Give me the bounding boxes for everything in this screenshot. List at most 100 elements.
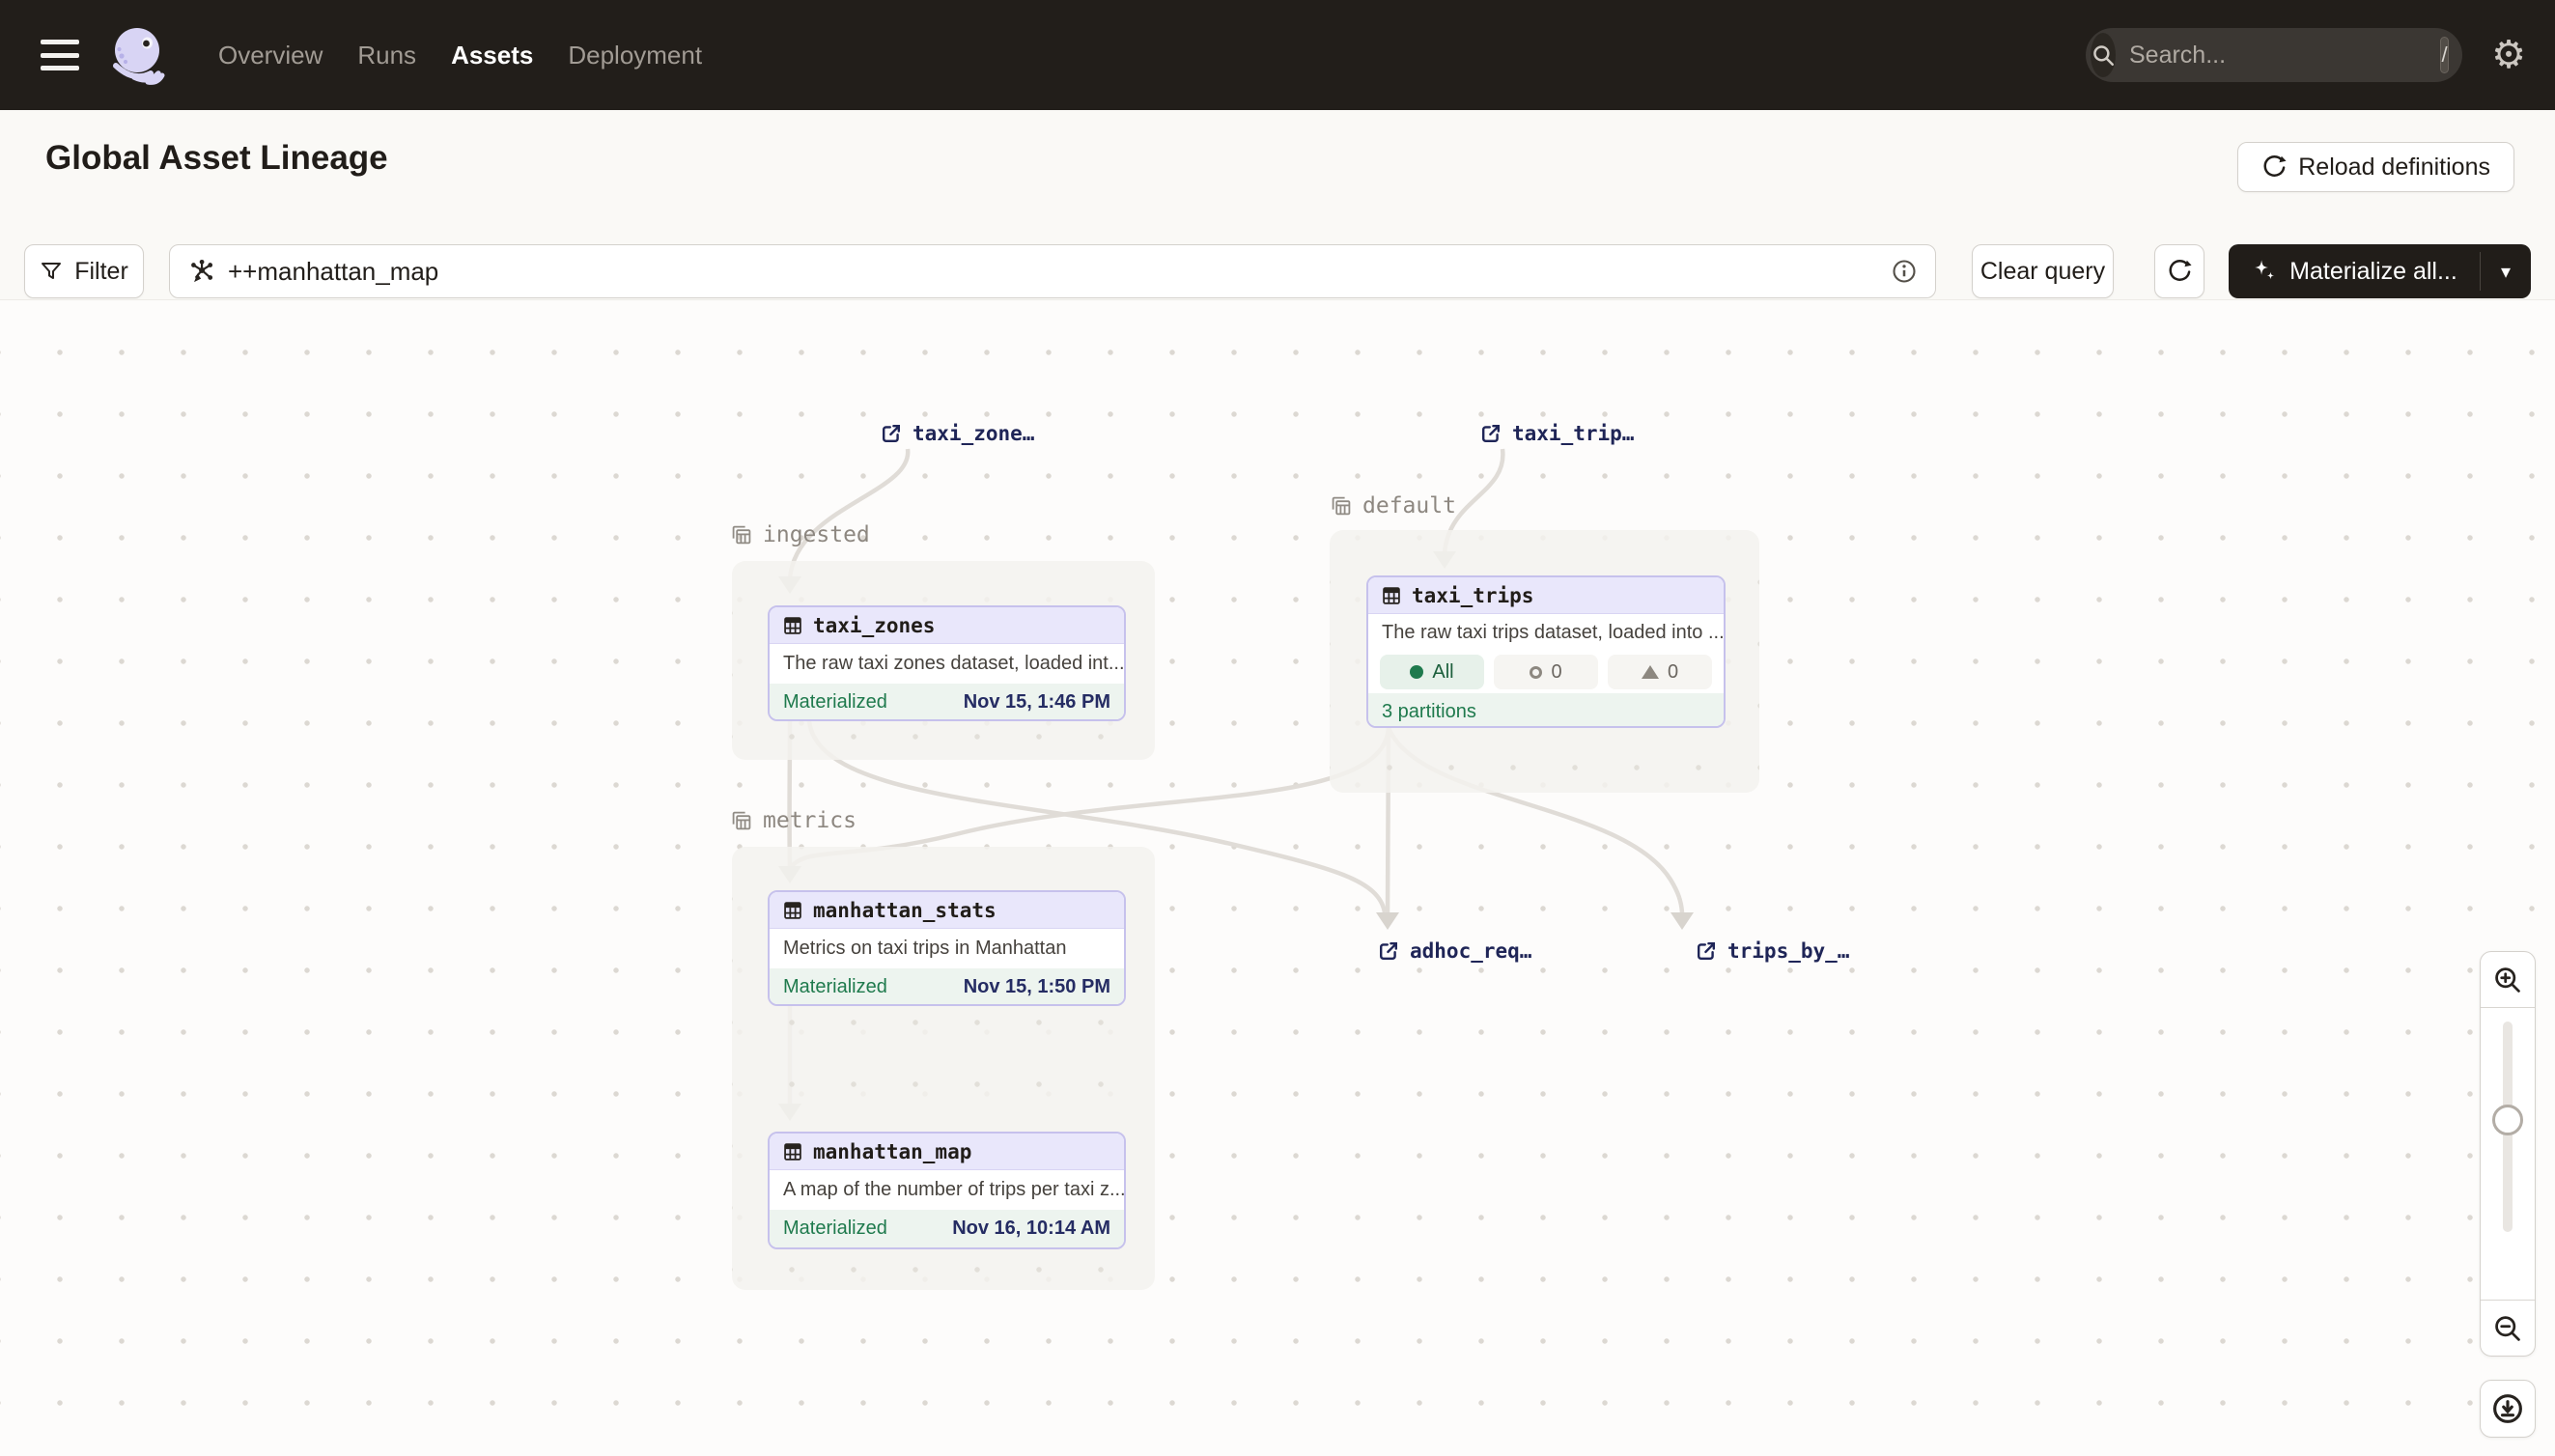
nav-item-assets[interactable]: Assets <box>451 41 533 70</box>
zoom-out-button[interactable] <box>2481 1300 2535 1356</box>
nav-item-overview[interactable]: Overview <box>218 41 323 70</box>
topbar-right: / ⚙ <box>2086 28 2530 82</box>
arrowhead <box>1671 912 1694 930</box>
search-input[interactable] <box>2129 42 2440 70</box>
asset-description: Metrics on taxi trips in Manhattan <box>770 929 1124 968</box>
dagster-app: Overview Runs Assets Deployment / ⚙ Glob… <box>0 0 2555 1456</box>
filter-funnel-icon <box>40 260 63 283</box>
materialized-timestamp[interactable]: Nov 15, 1:46 PM <box>964 691 1110 714</box>
zoom-slider[interactable] <box>2481 1008 2535 1300</box>
download-icon <box>2491 1392 2524 1425</box>
clear-query-button[interactable]: Clear query <box>1972 244 2114 298</box>
group-label-text: metrics <box>763 808 856 833</box>
dagster-logo-icon[interactable] <box>106 24 168 86</box>
filter-button[interactable]: Filter <box>24 244 144 298</box>
table-icon <box>782 615 803 636</box>
external-asset-taxi-trip[interactable]: taxi_trip… <box>1479 422 1634 445</box>
asset-footer: Materialized Nov 15, 1:46 PM <box>770 684 1124 721</box>
arrowhead <box>1376 912 1399 930</box>
table-icon <box>782 1141 803 1162</box>
filter-label: Filter <box>74 258 128 286</box>
group-label-text: ingested <box>763 522 870 547</box>
asset-description: A map of the number of trips per taxi z.… <box>770 1170 1124 1210</box>
materialized-timestamp[interactable]: Nov 16, 10:14 AM <box>952 1218 1110 1240</box>
asset-node-header: taxi_zones <box>770 607 1124 644</box>
group-label-default[interactable]: default <box>1330 493 1456 518</box>
asset-selection-query[interactable] <box>169 244 1936 298</box>
partition-health-row: All 0 0 <box>1368 651 1724 693</box>
lineage-canvas[interactable]: ingested default metrics <box>0 299 2555 1456</box>
download-image-button[interactable] <box>2480 1380 2536 1438</box>
external-link-icon <box>1695 939 1718 963</box>
query-info-icon[interactable] <box>1891 258 1918 285</box>
asset-node-taxi-zones[interactable]: taxi_zones The raw taxi zones dataset, l… <box>768 605 1126 721</box>
external-asset-taxi-zone[interactable]: taxi_zone… <box>880 422 1034 445</box>
asset-node-manhattan-stats[interactable]: manhattan_stats Metrics on taxi trips in… <box>768 890 1126 1006</box>
group-table-stack-icon <box>730 523 753 546</box>
asset-footer: 3 partitions <box>1368 693 1724 728</box>
top-navigation-bar: Overview Runs Assets Deployment / ⚙ <box>0 0 2555 110</box>
asset-node-taxi-trips[interactable]: taxi_trips The raw taxi trips dataset, l… <box>1366 575 1726 728</box>
global-search[interactable]: / <box>2086 28 2462 82</box>
external-asset-label: taxi_trip… <box>1512 422 1634 445</box>
lineage-edges <box>0 300 2555 1456</box>
query-input[interactable] <box>228 257 1891 287</box>
zoom-in-button[interactable] <box>2481 952 2535 1008</box>
group-label-metrics[interactable]: metrics <box>730 808 856 833</box>
ring-icon <box>1530 666 1542 679</box>
nav-item-runs[interactable]: Runs <box>357 41 416 70</box>
materialized-status: Materialized <box>783 691 887 714</box>
asset-title: manhattan_map <box>813 1140 971 1163</box>
asset-description: The raw taxi zones dataset, loaded int..… <box>770 644 1124 684</box>
refresh-icon <box>2167 259 2192 284</box>
materialize-all-button[interactable]: Materialize all... <box>2229 244 2480 298</box>
settings-gear-icon[interactable]: ⚙ <box>2487 34 2530 76</box>
table-icon <box>1381 585 1402 606</box>
materialized-timestamp[interactable]: Nov 15, 1:50 PM <box>964 976 1110 998</box>
partitions-all-pill[interactable]: All <box>1380 655 1484 689</box>
triangle-icon <box>1642 665 1659 679</box>
group-label-text: default <box>1362 493 1456 518</box>
asset-node-header: taxi_trips <box>1368 577 1724 614</box>
refresh-graph-button[interactable] <box>2154 244 2204 298</box>
partitions-count[interactable]: 3 partitions <box>1382 701 1476 723</box>
sparkles-icon <box>2251 258 2278 285</box>
hamburger-menu-icon[interactable] <box>41 40 79 70</box>
external-asset-label: adhoc_req… <box>1410 939 1531 963</box>
edge-taxizone-ext-to-taxizones <box>790 449 908 578</box>
asset-title: taxi_zones <box>813 614 935 637</box>
external-link-icon <box>1479 422 1502 445</box>
partitions-missing-pill[interactable]: 0 <box>1494 655 1598 689</box>
materialized-status: Materialized <box>783 1218 887 1240</box>
nav-item-deployment[interactable]: Deployment <box>568 41 702 70</box>
group-label-ingested[interactable]: ingested <box>730 522 870 547</box>
zoom-controls <box>2480 951 2536 1357</box>
pill-label: 0 <box>1551 661 1561 684</box>
clear-query-label: Clear query <box>1980 258 2105 286</box>
reload-definitions-button[interactable]: Reload definitions <box>2237 142 2514 192</box>
reload-definitions-label: Reload definitions <box>2298 154 2490 182</box>
asset-node-header: manhattan_map <box>770 1134 1124 1170</box>
external-asset-label: trips_by_… <box>1727 939 1849 963</box>
partitions-failed-pill[interactable]: 0 <box>1608 655 1712 689</box>
external-asset-adhoc-req[interactable]: adhoc_req… <box>1377 939 1531 963</box>
dag-graph-icon <box>187 258 214 285</box>
external-link-icon <box>880 422 903 445</box>
zoom-slider-thumb[interactable] <box>2492 1105 2523 1135</box>
materialize-dropdown-caret[interactable]: ▾ <box>2481 244 2531 298</box>
table-icon <box>782 900 803 921</box>
asset-node-manhattan-map[interactable]: manhattan_map A map of the number of tri… <box>768 1132 1126 1249</box>
asset-title: manhattan_stats <box>813 899 997 922</box>
group-table-stack-icon <box>730 809 753 832</box>
external-asset-trips-by[interactable]: trips_by_… <box>1695 939 1849 963</box>
materialized-status: Materialized <box>783 976 887 998</box>
pill-label: All <box>1432 661 1453 684</box>
success-dot-icon <box>1410 665 1423 679</box>
asset-description: The raw taxi trips dataset, loaded into … <box>1368 614 1724 651</box>
asset-footer: Materialized Nov 15, 1:50 PM <box>770 968 1124 1006</box>
search-shortcut-badge: / <box>2440 37 2449 73</box>
lineage-toolbar: Filter <box>0 244 2555 298</box>
search-icon <box>2091 33 2116 77</box>
materialize-all-label: Materialize all... <box>2289 258 2457 286</box>
asset-footer: Materialized Nov 16, 10:14 AM <box>770 1210 1124 1247</box>
